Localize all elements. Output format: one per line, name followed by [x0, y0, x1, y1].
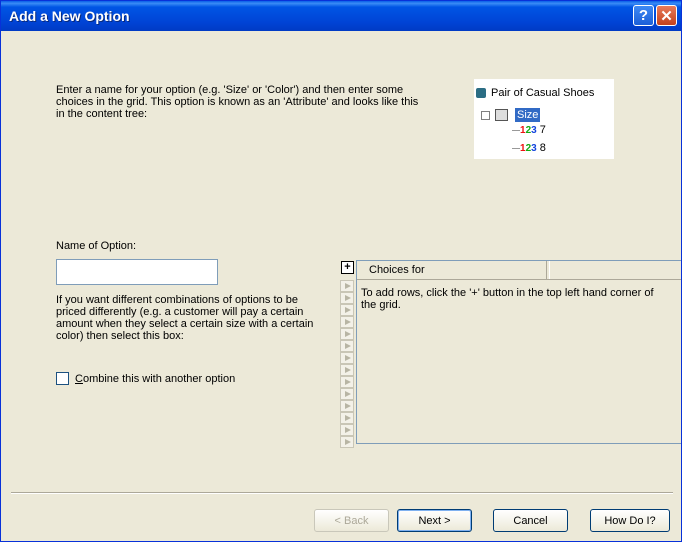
row-handle[interactable]: [340, 424, 354, 436]
help-button[interactable]: ?: [633, 5, 654, 26]
row-handle[interactable]: [340, 376, 354, 388]
tree-child-label: 7: [539, 124, 546, 136]
checkbox-mnemonic: C: [75, 373, 83, 385]
tree-root-row: Pair of Casual Shoes: [476, 87, 594, 99]
back-button[interactable]: < Back: [314, 509, 389, 532]
cancel-button[interactable]: Cancel: [493, 509, 568, 532]
collapse-icon: [481, 111, 490, 120]
tree-root-label: Pair of Casual Shoes: [491, 87, 595, 99]
back-label: < Back: [334, 514, 369, 527]
row-handle[interactable]: [340, 292, 354, 304]
intro-text: Enter a name for your option (e.g. 'Size…: [56, 84, 419, 120]
combine-checkbox-label[interactable]: Combine this with another option: [75, 373, 235, 385]
how-do-i-label: How Do I?: [604, 514, 656, 527]
tree-child-label: 8: [539, 142, 546, 154]
row-handle[interactable]: [340, 328, 354, 340]
grid-body[interactable]: To add rows, click the '+' button in the…: [357, 280, 681, 443]
option-name-input[interactable]: [56, 259, 218, 285]
cancel-label: Cancel: [513, 514, 548, 527]
how-do-i-button[interactable]: How Do I?: [590, 509, 670, 532]
column-header-choices[interactable]: Choices for: [357, 261, 547, 279]
row-handle[interactable]: [340, 436, 354, 448]
title-bar[interactable]: Add a New Option ? ✕: [1, 1, 681, 31]
combine-description: If you want different combinations of op…: [56, 294, 314, 342]
tree-branch-line: [512, 130, 520, 131]
row-handle[interactable]: [340, 316, 354, 328]
next-label: Next >: [418, 514, 451, 527]
tree-child-row: 123 7: [520, 124, 546, 136]
number-123-icon: 123: [520, 125, 537, 136]
grid-table-icon: [495, 109, 508, 121]
close-button[interactable]: ✕: [656, 5, 677, 26]
grid-hint: To add rows, click the '+' button in the…: [361, 287, 654, 311]
tree-attribute-label: Size: [515, 108, 541, 122]
column-divider: [547, 261, 550, 279]
next-button[interactable]: Next >: [397, 509, 472, 532]
name-of-option-label: Name of Option:: [56, 240, 137, 252]
row-handle[interactable]: [340, 352, 354, 364]
tree-branch-line: [512, 148, 520, 149]
content-tree-preview: Pair of Casual Shoes Size 123 7 123 8: [474, 79, 614, 159]
row-handle[interactable]: [340, 412, 354, 424]
add-option-dialog: Add a New Option ? ✕ Enter a name for yo…: [0, 0, 682, 542]
row-handle[interactable]: [340, 304, 354, 316]
row-handle[interactable]: [340, 400, 354, 412]
row-handle[interactable]: [340, 280, 354, 292]
row-handle[interactable]: [340, 388, 354, 400]
choices-grid: + Choices for To add rows, click the '+': [339, 260, 681, 448]
add-row-button[interactable]: +: [341, 261, 354, 274]
row-handle[interactable]: [340, 364, 354, 376]
package-icon: [476, 88, 486, 99]
checkbox-label-rest: ombine this with another option: [82, 373, 236, 385]
row-handle[interactable]: [340, 340, 354, 352]
tree-child-row: 123 8: [520, 142, 546, 154]
grid-header: Choices for: [357, 261, 681, 280]
separator-line: [11, 492, 673, 494]
window-title: Add a New Option: [9, 8, 130, 24]
number-123-icon: 123: [520, 143, 537, 154]
combine-checkbox[interactable]: [56, 372, 69, 385]
grid-box: Choices for To add rows, click the '+' b…: [356, 260, 681, 444]
